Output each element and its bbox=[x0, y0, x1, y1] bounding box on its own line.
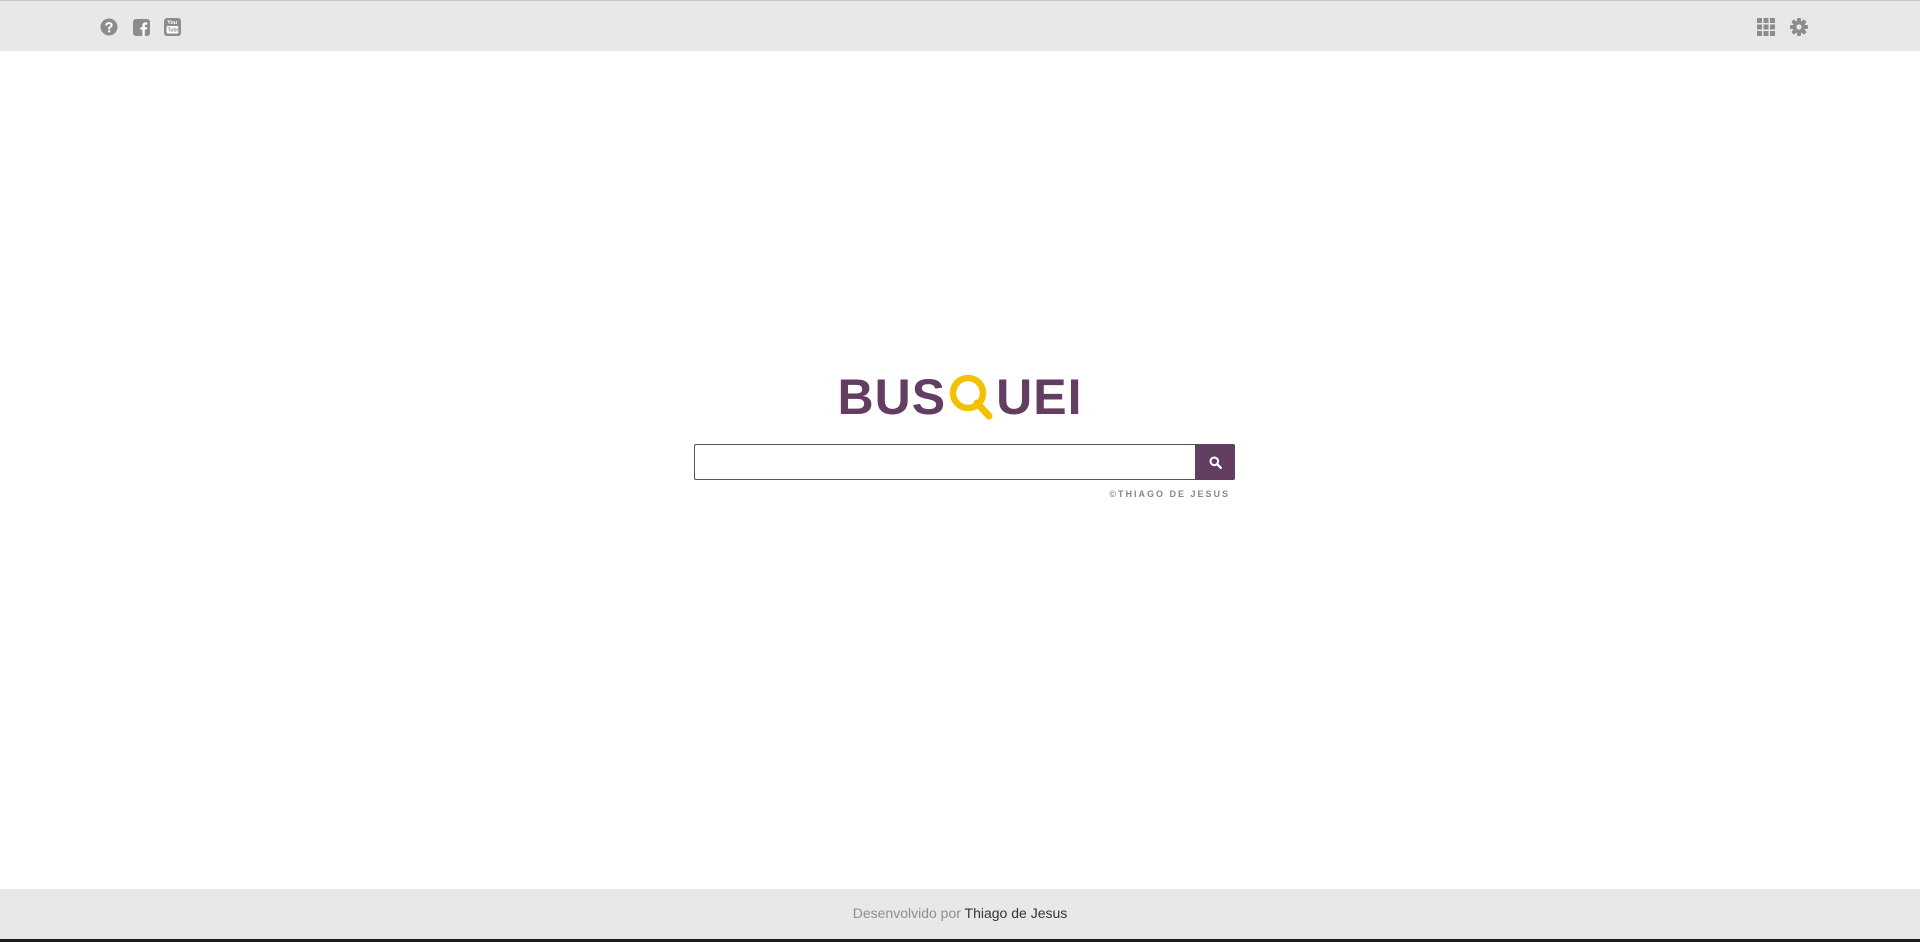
gear-icon[interactable] bbox=[1789, 17, 1809, 37]
footer: Desenvolvido por Thiago de Jesus bbox=[0, 889, 1920, 939]
apps-grid-icon[interactable] bbox=[1756, 17, 1776, 37]
footer-prefix: Desenvolvido por bbox=[852, 905, 961, 921]
svg-text:You: You bbox=[167, 20, 177, 26]
logo-text-part1: BUS bbox=[837, 369, 947, 425]
facebook-icon[interactable] bbox=[131, 17, 151, 37]
help-icon[interactable] bbox=[99, 17, 119, 37]
youtube-icon[interactable]: You Tube bbox=[162, 17, 182, 37]
search-bar bbox=[694, 444, 1235, 480]
footer-author-link[interactable]: Thiago de Jesus bbox=[965, 905, 1068, 921]
top-bar: You Tube bbox=[0, 0, 1920, 51]
search-input[interactable] bbox=[694, 444, 1196, 480]
page: You Tube BUS UEI ©THIAGO DE JESUS Desenv… bbox=[0, 0, 1920, 942]
search-button[interactable] bbox=[1195, 444, 1235, 480]
magnifier-q-icon bbox=[949, 374, 993, 420]
search-icon bbox=[1209, 456, 1222, 469]
logo: BUS UEI bbox=[0, 369, 1920, 425]
svg-text:Tube: Tube bbox=[167, 28, 179, 34]
copyright-text: ©THIAGO DE JESUS bbox=[1109, 489, 1230, 499]
logo-text-part2: UEI bbox=[996, 369, 1083, 425]
